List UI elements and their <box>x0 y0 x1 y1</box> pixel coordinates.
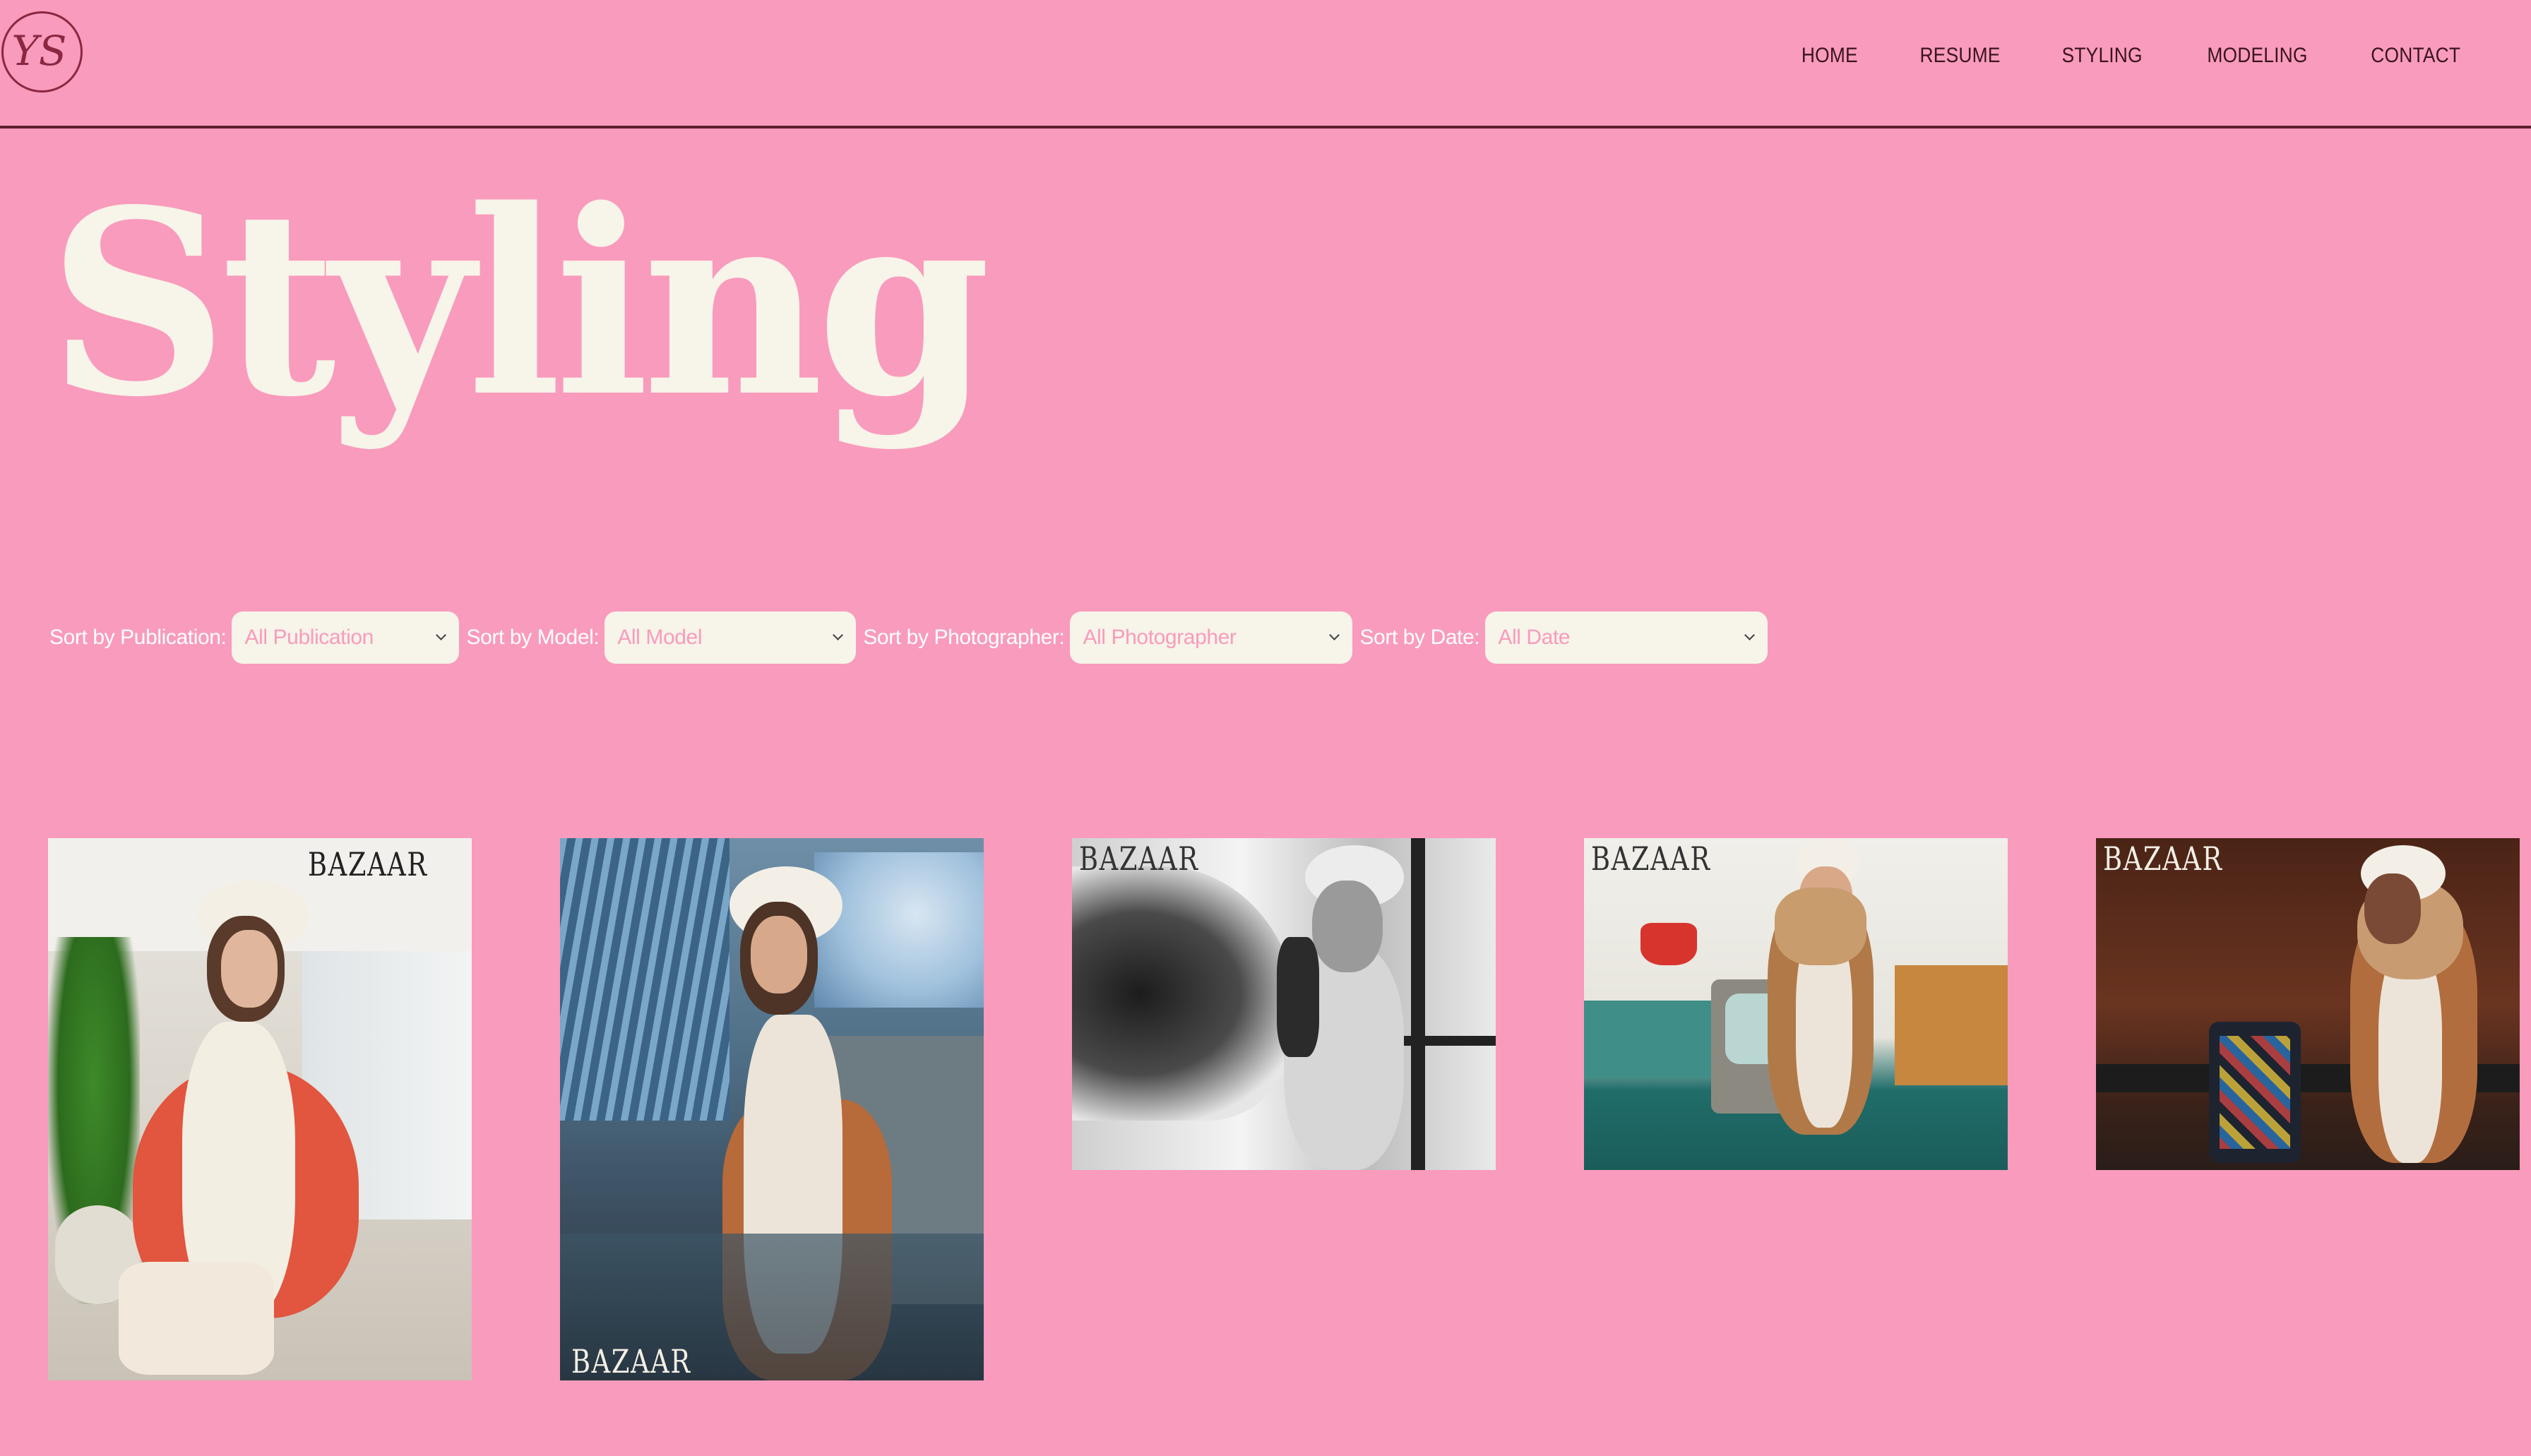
nav-home[interactable]: HOME <box>1802 44 1858 68</box>
photo-image <box>2096 838 2520 1170</box>
site-header: YS HOME RESUME STYLING MODELING CONTACT <box>0 0 2531 129</box>
main-nav: HOME RESUME STYLING MODELING CONTACT <box>1743 44 2460 68</box>
photo-image <box>1584 838 2008 1170</box>
model-select-value: All Model <box>617 626 703 649</box>
model-filter-label: Sort by Model: <box>466 626 600 649</box>
bazaar-masthead: BAZAAR <box>2103 840 2223 878</box>
chevron-down-icon <box>833 630 844 640</box>
bazaar-masthead: BAZAAR <box>307 845 428 883</box>
gallery-item[interactable]: BAZAAR <box>2096 838 2520 1170</box>
page-title: Styling <box>48 154 991 453</box>
logo-text: YS <box>11 26 67 75</box>
photo-image <box>1072 838 1496 1170</box>
publication-select-value: All Publication <box>244 626 374 649</box>
date-select-value: All Date <box>1498 626 1571 649</box>
gallery-item[interactable]: BAZAAR <box>1584 838 2008 1170</box>
gallery-item[interactable]: BAZAAR <box>1072 838 1496 1170</box>
nav-resume[interactable]: RESUME <box>1919 44 2000 68</box>
bazaar-masthead: BAZAAR <box>1079 840 1199 878</box>
photographer-select[interactable]: All Photographer <box>1070 611 1353 664</box>
bazaar-masthead: BAZAAR <box>1591 840 1711 878</box>
photographer-filter-label: Sort by Photographer: <box>863 626 1065 649</box>
gallery-item[interactable]: BAZAAR <box>48 838 472 1380</box>
date-select[interactable]: All Date <box>1485 611 1768 664</box>
photo-image <box>560 838 984 1380</box>
logo-monogram[interactable]: YS <box>1 11 83 93</box>
photo-image <box>48 838 472 1380</box>
chevron-down-icon <box>436 630 447 640</box>
chevron-down-icon <box>1744 630 1756 640</box>
model-select[interactable]: All Model <box>605 611 857 664</box>
publication-select[interactable]: All Publication <box>232 611 460 664</box>
nav-modeling[interactable]: MODELING <box>2208 44 2308 68</box>
nav-styling[interactable]: STYLING <box>2062 44 2143 68</box>
nav-contact[interactable]: CONTACT <box>2371 44 2460 68</box>
bazaar-masthead: BAZAAR <box>571 1342 691 1380</box>
filter-bar: Sort by Publication: All Publication Sor… <box>49 611 1775 664</box>
chevron-down-icon <box>1329 630 1340 640</box>
date-filter-label: Sort by Date: <box>1359 626 1480 649</box>
publication-filter-label: Sort by Publication: <box>49 626 227 649</box>
gallery-item[interactable]: BAZAAR <box>560 838 984 1380</box>
photographer-select-value: All Photographer <box>1083 626 1237 649</box>
